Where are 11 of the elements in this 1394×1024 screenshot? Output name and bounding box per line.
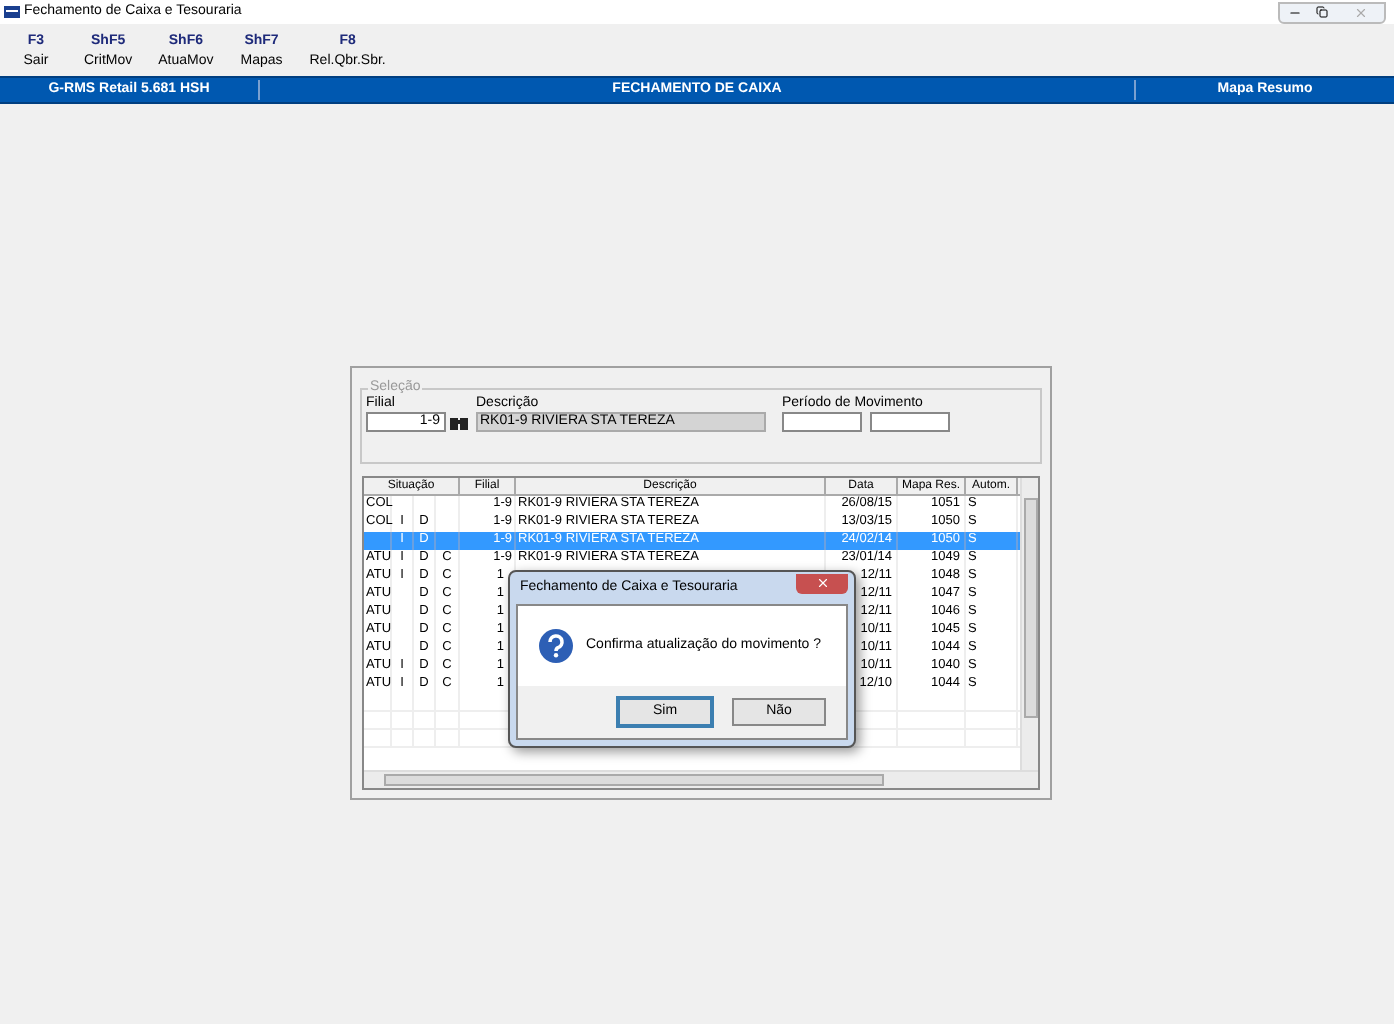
question-icon [538, 628, 574, 664]
close-icon [1353, 5, 1367, 19]
close-icon [815, 576, 829, 590]
vertical-scrollbar[interactable] [1020, 478, 1038, 770]
restore-icon [1316, 6, 1328, 18]
date-field[interactable] [782, 412, 862, 432]
date-field[interactable] [870, 412, 950, 432]
scrollbar-thumb[interactable] [1024, 498, 1038, 718]
horizontal-scrollbar[interactable] [364, 770, 1038, 788]
scrollbar-thumb[interactable] [384, 774, 884, 786]
close-button[interactable] [796, 573, 848, 593]
